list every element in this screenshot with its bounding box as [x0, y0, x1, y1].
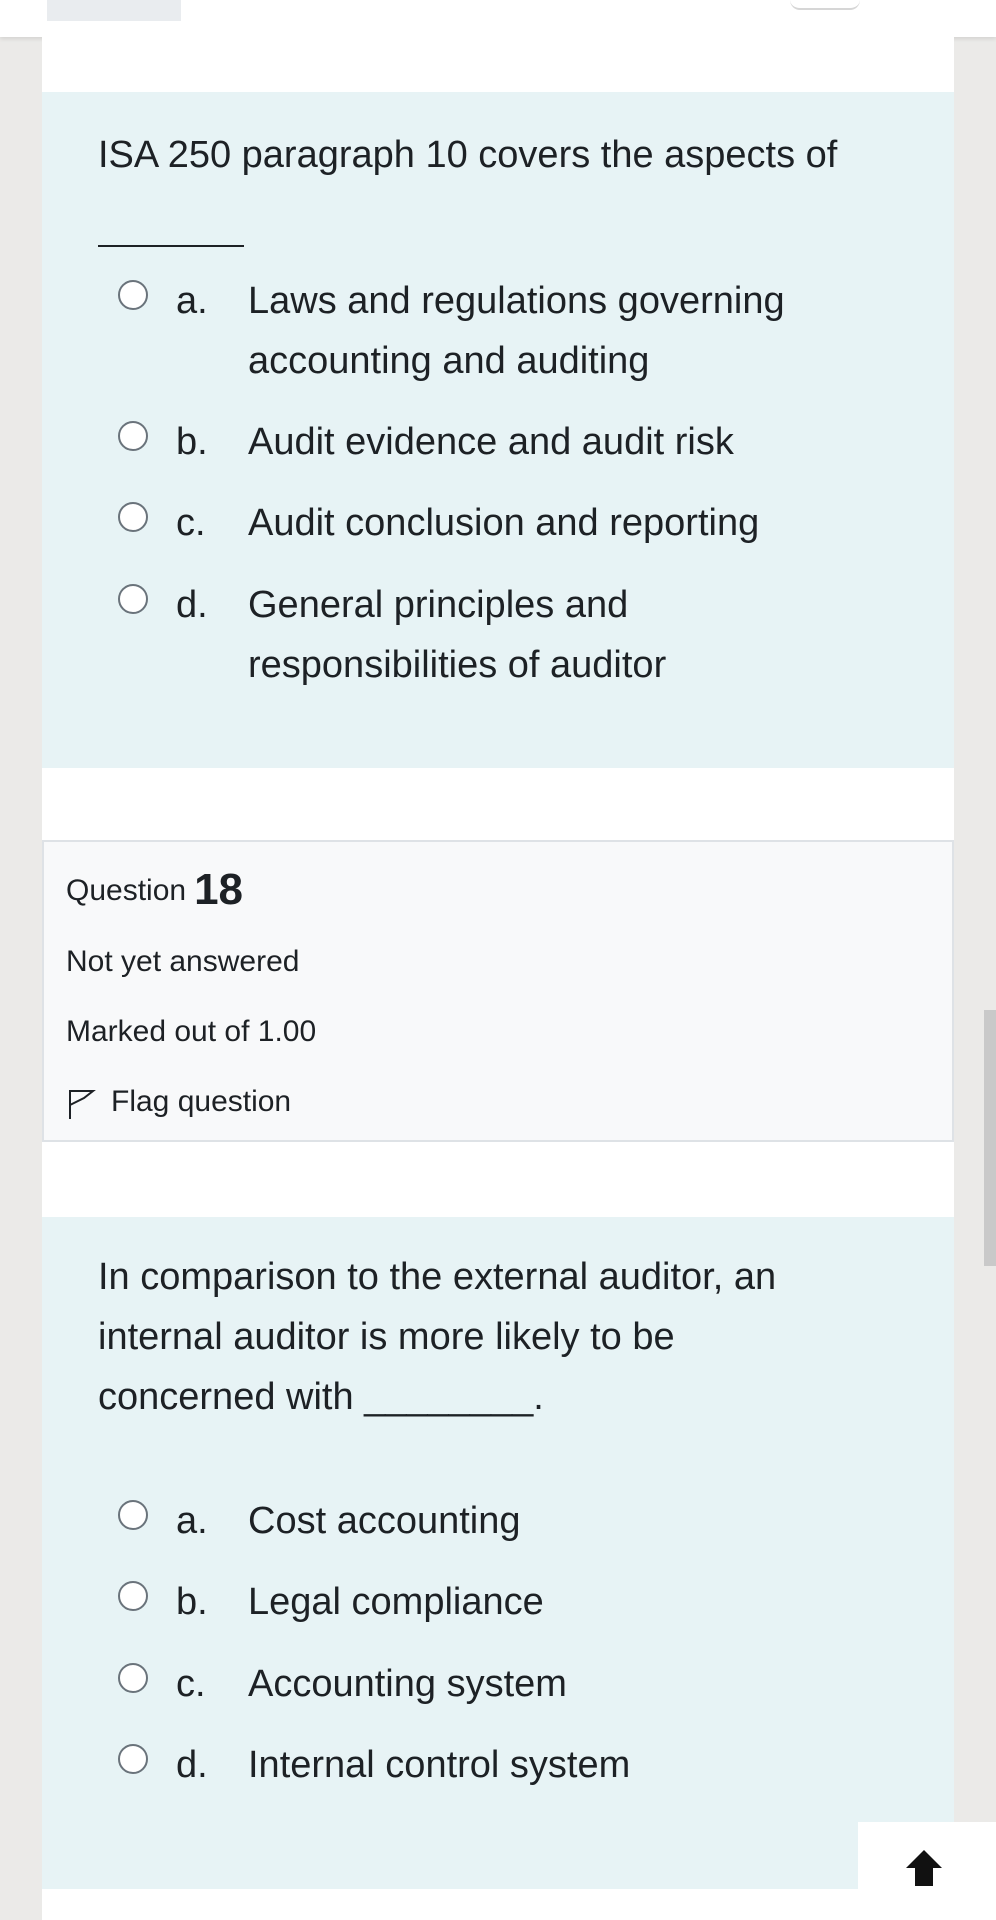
- option-text: Legal compliance: [248, 1581, 544, 1623]
- question-grade: Marked out of 1.00: [66, 1015, 317, 1048]
- radio-button[interactable]: [118, 584, 148, 614]
- question-18-formulation: In comparison to the external auditor, a…: [42, 1217, 954, 1889]
- radio-button[interactable]: [118, 1663, 148, 1693]
- option-letter: a.: [176, 1500, 208, 1542]
- flag-question-label: Flag question: [111, 1085, 292, 1118]
- option-letter: b.: [176, 1581, 208, 1623]
- option-text-line: Laws and regulations governing: [248, 280, 785, 322]
- option-text-line: General principles and: [248, 584, 629, 626]
- question-17-text: ISA 250 paragraph 10 covers the aspects …: [98, 134, 838, 176]
- question-label: Question: [66, 874, 187, 907]
- option-text-line: accounting and auditing: [248, 340, 650, 382]
- option-text: Internal control system: [248, 1744, 631, 1786]
- radio-button[interactable]: [118, 502, 148, 532]
- option-text-line: responsibilities of auditor: [248, 644, 667, 686]
- radio-button[interactable]: [118, 280, 148, 310]
- option-text: Audit conclusion and reporting: [248, 502, 760, 544]
- question-number-label: Question 18: [66, 868, 243, 912]
- question-18-info: Question 18 Not yet answered Marked out o…: [42, 840, 954, 1142]
- radio-button[interactable]: [118, 1581, 148, 1611]
- question-text-line: internal auditor is more likely to be: [98, 1316, 675, 1358]
- option-text: Cost accounting: [248, 1500, 521, 1542]
- option-letter: b.: [176, 421, 208, 463]
- question-text-line: concerned with ________.: [98, 1376, 544, 1418]
- question-18-text: In comparison to the external auditor, a…: [98, 1247, 888, 1427]
- navbar-avatar-partial[interactable]: [790, 0, 860, 10]
- question-17-formulation: ISA 250 paragraph 10 covers the aspects …: [42, 92, 954, 768]
- option-letter: a.: [176, 280, 208, 322]
- option-text: Laws and regulations governing accountin…: [248, 271, 848, 391]
- navbar-button-partial[interactable]: [47, 0, 181, 21]
- arrow-up-icon: [906, 1850, 942, 1886]
- back-to-top-button[interactable]: [858, 1822, 996, 1920]
- option-text: General principles and responsibilities …: [248, 575, 848, 695]
- quiz-content: ISA 250 paragraph 10 covers the aspects …: [42, 37, 954, 1920]
- option-text: Accounting system: [248, 1663, 567, 1705]
- option-letter: c.: [176, 1663, 206, 1705]
- option-text: Audit evidence and audit risk: [248, 421, 734, 463]
- answer-blank-line: [98, 245, 244, 247]
- option-letter: d.: [176, 584, 208, 626]
- flag-question-link[interactable]: Flag question: [66, 1082, 291, 1122]
- radio-button[interactable]: [118, 1744, 148, 1774]
- option-letter: c.: [176, 502, 206, 544]
- top-navbar: [0, 0, 996, 37]
- question-text-line: In comparison to the external auditor, a…: [98, 1256, 777, 1298]
- flag-outline-icon: [69, 1090, 96, 1119]
- scrollbar-thumb[interactable]: [984, 1010, 996, 1266]
- radio-button[interactable]: [118, 421, 148, 451]
- question-status: Not yet answered: [66, 945, 300, 978]
- option-letter: d.: [176, 1744, 208, 1786]
- radio-button[interactable]: [118, 1500, 148, 1530]
- question-number: 18: [194, 865, 244, 914]
